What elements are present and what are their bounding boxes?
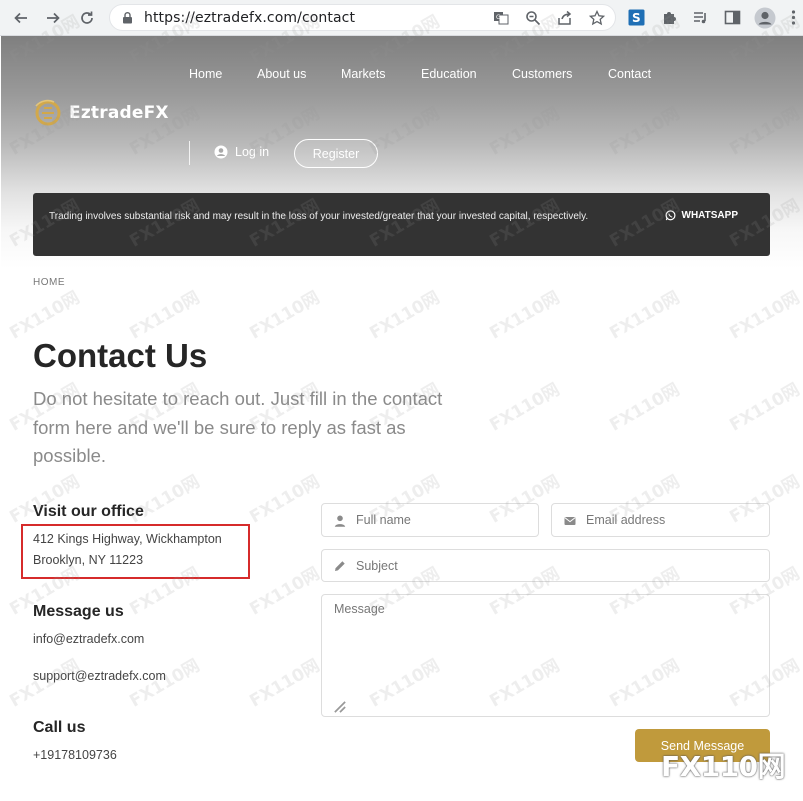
zoom-icon[interactable]	[525, 10, 541, 26]
nav-contact[interactable]: Contact	[608, 67, 651, 81]
share-icon[interactable]	[557, 10, 573, 26]
page-header	[1, 36, 803, 306]
risk-warning-banner: Trading involves substantial risk and ma…	[33, 193, 770, 256]
nav-customers[interactable]: Customers	[512, 67, 572, 81]
watermark-tile: FX110网	[726, 379, 803, 436]
watermark-tile: FX110网	[246, 471, 324, 528]
email-field[interactable]: Email address	[551, 503, 770, 537]
breadcrumb[interactable]: HOME	[33, 277, 65, 288]
watermark-tile: FX110网	[606, 379, 684, 436]
email-info[interactable]: info@eztradefx.com	[33, 632, 144, 646]
forward-button[interactable]	[42, 7, 64, 29]
extension-s-icon[interactable]: S	[628, 9, 645, 26]
reload-icon	[81, 11, 93, 24]
subject-field[interactable]: Subject	[321, 549, 770, 582]
login-link[interactable]: Log in	[214, 145, 269, 159]
call-heading: Call us	[33, 719, 86, 736]
lock-icon	[123, 12, 132, 24]
forward-icon	[47, 12, 60, 24]
login-label: Log in	[235, 145, 270, 159]
reload-button[interactable]	[76, 7, 98, 29]
nav-education[interactable]: Education	[421, 67, 477, 81]
url-text: https://eztradefx.com/contact	[144, 10, 356, 26]
send-message-button[interactable]: Send Message	[635, 729, 770, 762]
subject-placeholder: Subject	[356, 559, 398, 573]
address-bar[interactable]: https://eztradefx.com/contact G	[109, 4, 616, 31]
header-divider	[189, 141, 190, 165]
watermark-tile: FX110网	[486, 379, 564, 436]
envelope-icon	[564, 517, 576, 525]
message-placeholder: Message	[334, 602, 385, 616]
media-control-icon[interactable]	[692, 9, 709, 26]
site-logo[interactable]: EztradeFX	[33, 98, 169, 128]
pencil-icon	[335, 561, 345, 571]
watermark-tile: FX110网	[246, 655, 324, 712]
whatsapp-link[interactable]: WHATSAPP	[665, 210, 738, 221]
nav-home[interactable]: Home	[189, 67, 222, 81]
resize-handle-icon[interactable]	[334, 701, 346, 713]
puzzle-extension-icon[interactable]	[661, 9, 678, 26]
translate-icon[interactable]: G	[493, 10, 509, 26]
profile-icon[interactable]	[754, 7, 776, 29]
logo-text: EztradeFX	[69, 103, 169, 123]
risk-warning-text: Trading involves substantial risk and ma…	[49, 211, 589, 222]
side-panel-icon[interactable]	[724, 9, 741, 26]
user-icon	[214, 145, 228, 159]
back-button[interactable]	[10, 7, 32, 29]
email-placeholder: Email address	[586, 513, 666, 527]
register-button[interactable]: Register	[294, 139, 378, 168]
full-name-field[interactable]: Full name	[321, 503, 539, 537]
page-title: Contact Us	[33, 337, 208, 374]
browser-toolbar: https://eztradefx.com/contact G S	[0, 0, 803, 36]
whatsapp-icon	[665, 210, 676, 221]
user-icon	[334, 515, 346, 527]
full-name-placeholder: Full name	[356, 513, 411, 527]
page-intro-text: Do not hesitate to reach out. Just fill …	[33, 388, 443, 466]
message-textarea[interactable]: Message	[321, 594, 770, 717]
watermark-tile: FX110网	[246, 563, 324, 620]
email-support[interactable]: support@eztradefx.com	[33, 669, 166, 683]
logo-icon	[35, 99, 61, 126]
svg-text:S: S	[632, 11, 641, 25]
back-icon	[14, 12, 27, 24]
svg-text:G: G	[496, 14, 501, 21]
office-heading: Visit our office	[33, 503, 144, 520]
nav-about-us[interactable]: About us	[257, 67, 306, 81]
nav-markets[interactable]: Markets	[341, 67, 385, 81]
whatsapp-label: WHATSAPP	[681, 210, 738, 221]
bookmark-star-icon[interactable]	[589, 10, 605, 26]
more-menu-icon[interactable]	[785, 9, 802, 26]
message-heading: Message us	[33, 603, 124, 620]
address-highlight-box	[21, 524, 250, 579]
phone-number[interactable]: +19178109736	[33, 748, 117, 762]
